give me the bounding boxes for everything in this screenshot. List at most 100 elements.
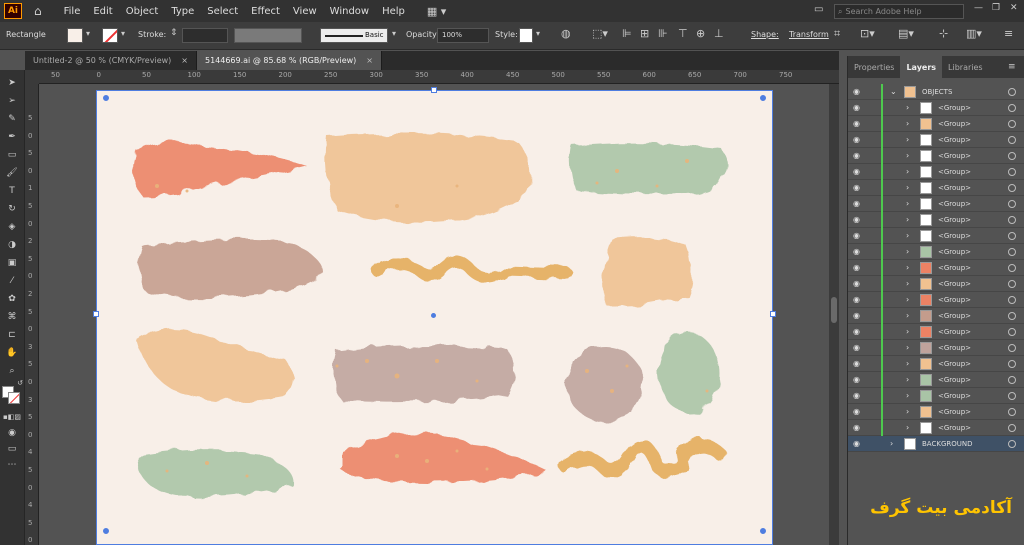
stroke-stepper-icon[interactable]: ⇕ [170, 28, 178, 38]
home-icon[interactable]: ⌂ [34, 4, 42, 18]
menu-help[interactable]: Help [382, 6, 405, 17]
tab-close-icon[interactable]: × [181, 56, 188, 65]
fill-swatch[interactable] [67, 28, 83, 43]
scroll-thumb[interactable] [831, 297, 837, 323]
sublayer-row[interactable]: ◉ › <Group> [848, 244, 1024, 260]
brush-strokes-artwork[interactable] [97, 91, 774, 545]
visibility-eye-icon[interactable]: ◉ [853, 263, 863, 272]
recolor-icon[interactable]: ◍ [561, 27, 571, 40]
sublayer-row[interactable]: ◉ › <Group> [848, 276, 1024, 292]
expand-chevron-icon[interactable]: › [906, 231, 909, 240]
target-circle-icon[interactable] [1008, 359, 1016, 368]
target-circle-icon[interactable] [1008, 151, 1016, 160]
style-swatch[interactable] [519, 28, 533, 43]
expand-chevron-icon[interactable]: ⌄ [890, 87, 897, 96]
align-vcenter-icon[interactable]: ⊕ [696, 27, 705, 40]
target-circle-icon[interactable] [1008, 183, 1016, 192]
target-circle-icon[interactable] [1008, 103, 1016, 112]
expand-chevron-icon[interactable]: › [906, 391, 909, 400]
align-top-icon[interactable]: ⊤ [678, 27, 688, 40]
menu-window[interactable]: Window [330, 6, 369, 17]
target-circle-icon[interactable] [1008, 327, 1016, 336]
sublayer-row[interactable]: ◉ › <Group> [848, 148, 1024, 164]
selection-handle[interactable] [770, 311, 776, 317]
group-select-icon[interactable]: ⊡▾ [860, 27, 875, 40]
symbol-sprayer-tool-icon[interactable]: ✿ [4, 292, 20, 306]
sublayer-row[interactable]: ◉ › <Group> [848, 180, 1024, 196]
menu-effect[interactable]: Effect [251, 6, 280, 17]
expand-chevron-icon[interactable]: › [906, 279, 909, 288]
expand-chevron-icon[interactable]: › [906, 119, 909, 128]
layer-row[interactable]: ◉ › BACKGROUND [848, 436, 1024, 452]
target-circle-icon[interactable] [1008, 343, 1016, 352]
visibility-eye-icon[interactable]: ◉ [853, 151, 863, 160]
stroke-chevron-icon[interactable]: ▾ [121, 29, 125, 38]
brush-definition-field[interactable]: Basic [320, 28, 388, 43]
expand-chevron-icon[interactable]: › [906, 199, 909, 208]
vertical-scrollbar[interactable] [829, 84, 839, 545]
sublayer-row[interactable]: ◉ › <Group> [848, 324, 1024, 340]
expand-chevron-icon[interactable]: › [906, 215, 909, 224]
sublayer-row[interactable]: ◉ › <Group> [848, 260, 1024, 276]
hand-tool-icon[interactable]: ✋ [4, 346, 20, 360]
target-circle-icon[interactable] [1008, 167, 1016, 176]
sublayer-row[interactable]: ◉ › <Group> [848, 116, 1024, 132]
visibility-eye-icon[interactable]: ◉ [853, 119, 863, 128]
menu-edit[interactable]: Edit [93, 6, 112, 17]
canvas[interactable] [39, 84, 829, 545]
tab-libraries[interactable]: Libraries [942, 56, 989, 78]
sublayer-row[interactable]: ◉ › <Group> [848, 228, 1024, 244]
options-icon[interactable]: ▥▾ [966, 27, 982, 40]
shape-builder-tool-icon[interactable]: ◑ [4, 238, 20, 252]
distribute-icon[interactable]: ▤▾ [898, 27, 914, 40]
visibility-eye-icon[interactable]: ◉ [853, 391, 863, 400]
expand-chevron-icon[interactable]: › [906, 407, 909, 416]
target-circle-icon[interactable] [1008, 199, 1016, 208]
visibility-eye-icon[interactable]: ◉ [853, 343, 863, 352]
expand-chevron-icon[interactable]: › [906, 327, 909, 336]
paintbrush-tool-icon[interactable]: 🖌 [4, 166, 20, 180]
visibility-eye-icon[interactable]: ◉ [853, 87, 863, 96]
tab-close-icon[interactable]: × [366, 56, 373, 65]
expand-chevron-icon[interactable]: › [906, 183, 909, 192]
align-bottom-icon[interactable]: ⊥ [714, 27, 724, 40]
color-mode-icons[interactable]: ▪◧▨ [3, 410, 21, 424]
stroke-weight-field[interactable] [182, 28, 228, 43]
eyedropper-tool-icon[interactable]: ⁄ [4, 274, 20, 288]
layer-row[interactable]: ◉ ⌄ OBJECTS [848, 84, 1024, 100]
transform-icon[interactable]: ⊹ [939, 27, 948, 40]
direct-selection-tool-icon[interactable]: ➢ [4, 94, 20, 108]
visibility-eye-icon[interactable]: ◉ [853, 311, 863, 320]
visibility-eye-icon[interactable]: ◉ [853, 167, 863, 176]
expand-chevron-icon[interactable]: › [906, 247, 909, 256]
rectangle-tool-icon[interactable]: ▭ [4, 148, 20, 162]
selection-handle[interactable] [93, 311, 99, 317]
target-circle-icon[interactable] [1008, 247, 1016, 256]
target-circle-icon[interactable] [1008, 215, 1016, 224]
visibility-eye-icon[interactable]: ◉ [853, 183, 863, 192]
restore-icon[interactable]: ❐ [992, 3, 1000, 13]
gradient-tool-icon[interactable]: ▣ [4, 256, 20, 270]
sublayer-row[interactable]: ◉ › <Group> [848, 212, 1024, 228]
selection-tool-icon[interactable]: ➤ [4, 76, 20, 90]
more-icon[interactable]: ≡ [1004, 27, 1013, 40]
sublayer-row[interactable]: ◉ › <Group> [848, 308, 1024, 324]
expand-chevron-icon[interactable]: › [906, 359, 909, 368]
style-chevron-icon[interactable]: ▾ [536, 29, 540, 38]
target-circle-icon[interactable] [1008, 87, 1016, 96]
visibility-eye-icon[interactable]: ◉ [853, 231, 863, 240]
sublayer-row[interactable]: ◉ › <Group> [848, 132, 1024, 148]
visibility-eye-icon[interactable]: ◉ [853, 103, 863, 112]
pen-tool-icon[interactable]: ✒ [4, 130, 20, 144]
expand-chevron-icon[interactable]: › [906, 295, 909, 304]
sublayer-row[interactable]: ◉ › <Group> [848, 356, 1024, 372]
shape-label[interactable]: Shape: [751, 30, 779, 39]
center-point[interactable] [431, 313, 436, 318]
screen-mode-icon[interactable]: ▭ [4, 442, 20, 456]
expand-chevron-icon[interactable]: › [906, 135, 909, 144]
visibility-eye-icon[interactable]: ◉ [853, 247, 863, 256]
blend-tool-icon[interactable]: ⌘ [4, 310, 20, 324]
visibility-eye-icon[interactable]: ◉ [853, 375, 863, 384]
stroke-color-swatch[interactable] [8, 392, 20, 404]
selection-handle[interactable] [103, 95, 109, 101]
